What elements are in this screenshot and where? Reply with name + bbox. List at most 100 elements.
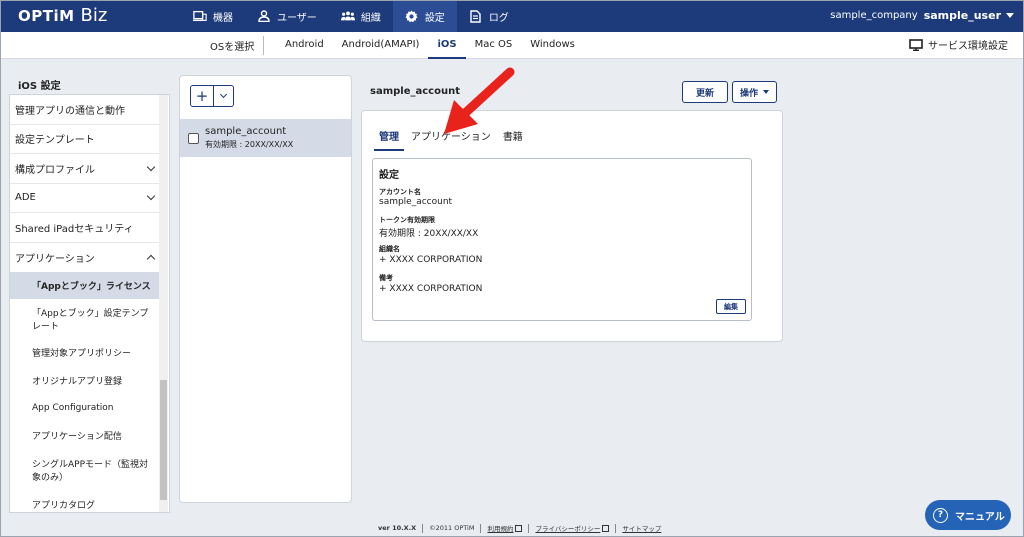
nav-organization[interactable]: 組織 (329, 0, 393, 32)
os-tab-windows[interactable]: Windows (521, 32, 584, 59)
nav-users-label: ユーザー (277, 12, 317, 24)
field-value-account-name: sample_account (379, 197, 453, 207)
settings-title: 設定 (379, 170, 399, 181)
os-tab-macos[interactable]: Mac OS (466, 32, 522, 59)
log-icon (469, 9, 483, 23)
top-nav: 機器 ユーザー 組織 設定 ログ (181, 0, 521, 32)
field-value-notes: + XXXX CORPORATION (379, 284, 483, 294)
list-item-text: sample_account 有効期限 : 20XX/XX/XX (205, 126, 293, 150)
add-button[interactable]: + (190, 85, 214, 107)
field-label-notes: 備考 (379, 274, 393, 282)
sidebar-sub-app-configuration[interactable]: App Configuration (10, 394, 160, 422)
nav-users[interactable]: ユーザー (245, 0, 329, 32)
sidebar-sub-managed-app-policy[interactable]: 管理対象アプリポリシー (10, 339, 160, 366)
company-name: sample_company (830, 10, 918, 21)
logo-optim: OPTiM (18, 7, 75, 25)
device-icon (193, 9, 207, 23)
footer-separator (480, 523, 482, 533)
caret-down-icon (1006, 13, 1014, 18)
sidebar-sub-label: アプリケーション配信 (32, 432, 122, 442)
nav-logs[interactable]: ログ (457, 0, 521, 32)
sidebar-item-label: Shared iPadセキュリティ (15, 223, 134, 235)
sidebar-scrollbar[interactable] (159, 95, 168, 512)
service-settings-label: サービス環境設定 (928, 41, 1008, 52)
footer-sitemap-link[interactable]: サイトマップ (622, 523, 661, 533)
os-tab-android[interactable]: Android (276, 32, 333, 59)
sidebar-sub-app-distribution[interactable]: アプリケーション配信 (10, 422, 160, 449)
help-icon: ? (933, 507, 948, 523)
field-value-organization: + XXXX CORPORATION (379, 255, 483, 265)
field-label-token-expiry: トークン有効期限 (379, 216, 435, 224)
sidebar-sub-label: アプリカタログ (32, 500, 96, 511)
sidebar-list: 管理アプリの通信と動作 設定テンプレート 構成プロファイル ADE Shared… (10, 95, 160, 512)
red-arrow-annotation (444, 67, 515, 134)
sidebar-item-label: 管理アプリの通信と動作 (15, 105, 125, 117)
field-label-organization: 組織名 (379, 245, 400, 253)
sidebar-sub-vpp-license[interactable]: 「Appとブック」ライセンス (10, 272, 160, 299)
nav-logs-label: ログ (488, 12, 509, 24)
os-divider (263, 36, 264, 55)
sidebar-item-applications[interactable]: アプリケーション (10, 243, 160, 273)
operations-button[interactable]: 操作 (732, 81, 777, 103)
footer-privacy-link[interactable]: プライバシーポリシー (535, 523, 600, 533)
nav-organization-label: 組織 (360, 12, 381, 24)
list-item[interactable]: sample_account 有効期限 : 20XX/XX/XX (180, 119, 351, 157)
row-checkbox[interactable] (188, 132, 199, 144)
manual-button[interactable]: ? マニュアル (925, 500, 1011, 530)
update-button[interactable]: 更新 (682, 81, 728, 103)
sidebar-sub-label: シングルAPPモード（監視対象のみ） (32, 460, 149, 483)
external-link-icon (602, 524, 610, 532)
footer-terms-link[interactable]: 利用規約 (487, 523, 513, 533)
monitor-icon (909, 38, 923, 51)
sidebar-sub-label: App Configuration (32, 403, 114, 413)
account-expiry: 有効期限 : 20XX/XX/XX (205, 140, 294, 149)
chevron-down-icon (146, 192, 156, 201)
sidebar-item-app-communication[interactable]: 管理アプリの通信と動作 (10, 95, 160, 125)
os-tab-android-amapi[interactable]: Android(AMAPI) (333, 32, 429, 59)
sidebar-sub-original-app[interactable]: オリジナルアプリ登録 (10, 366, 160, 394)
sidebar-item-ade[interactable]: ADE (10, 184, 160, 213)
operations-label: 操作 (739, 88, 758, 99)
nav-settings[interactable]: 設定 (392, 0, 457, 32)
sidebar-sub-single-app-mode[interactable]: シングルAPPモード（監視対象のみ） (10, 449, 160, 491)
nav-devices[interactable]: 機器 (181, 0, 245, 32)
account-name: sample_account (205, 126, 287, 137)
os-bar: OSを選択 Android Android(AMAPI) iOS Mac OS … (0, 32, 1024, 59)
footer-copyright: ©2011 OPTiM (429, 524, 475, 532)
add-dropdown-button[interactable] (214, 85, 234, 107)
sidebar-item-config-profile[interactable]: 構成プロファイル (10, 154, 160, 184)
sidebar-sub-app-catalog[interactable]: アプリカタログ (10, 491, 160, 512)
manual-label: マニュアル (955, 511, 1005, 523)
footer-separator (528, 523, 530, 533)
tab-management[interactable]: 管理 (374, 128, 404, 151)
sidebar-item-label: ADE (15, 192, 36, 204)
service-settings-link[interactable]: サービス環境設定 (909, 37, 1008, 52)
footer: ver 10.X.X ©2011 OPTiM 利用規約 プライバシーポリシー サ… (378, 523, 667, 533)
app-logo[interactable]: OPTiM Biz (18, 5, 107, 26)
caret-down-icon (763, 90, 769, 94)
external-link-icon (515, 524, 523, 532)
gear-icon (405, 9, 419, 23)
sidebar-sub-label: オリジナルアプリ登録 (32, 376, 123, 387)
sidebar-scroll-thumb[interactable] (160, 380, 167, 500)
nav-settings-label: 設定 (424, 12, 445, 24)
footer-version: ver 10.X.X (378, 524, 417, 532)
os-tab-ios[interactable]: iOS (428, 32, 466, 59)
nav-devices-label: 機器 (213, 12, 233, 24)
sidebar-title: iOS 設定 (18, 81, 61, 92)
sidebar-item-settings-template[interactable]: 設定テンプレート (10, 125, 160, 154)
sidebar-item-shared-ipad[interactable]: Shared iPadセキュリティ (10, 213, 160, 243)
sidebar-sub-label: 管理対象アプリポリシー (32, 349, 132, 359)
sidebar-item-label: 構成プロファイル (15, 164, 95, 176)
sidebar-sub-label: 「Appとブック」設定テンプレート (32, 309, 149, 332)
sidebar-sub-label: 「Appとブック」ライセンス (32, 282, 151, 292)
field-value-token-expiry: 有効期限 : 20XX/XX/XX (379, 229, 479, 239)
user-menu[interactable]: sample_company sample_user (830, 9, 1014, 22)
top-bar: OPTiM Biz 機器 ユーザー 組織 設定 ログ sample_compan… (0, 0, 1024, 32)
user-icon (257, 9, 271, 23)
chevron-down-icon (219, 90, 228, 99)
edit-button[interactable]: 編集 (716, 299, 746, 314)
footer-separator (422, 523, 424, 533)
add-button-group: + (190, 85, 234, 107)
sidebar-sub-vpp-template[interactable]: 「Appとブック」設定テンプレート (10, 299, 160, 339)
